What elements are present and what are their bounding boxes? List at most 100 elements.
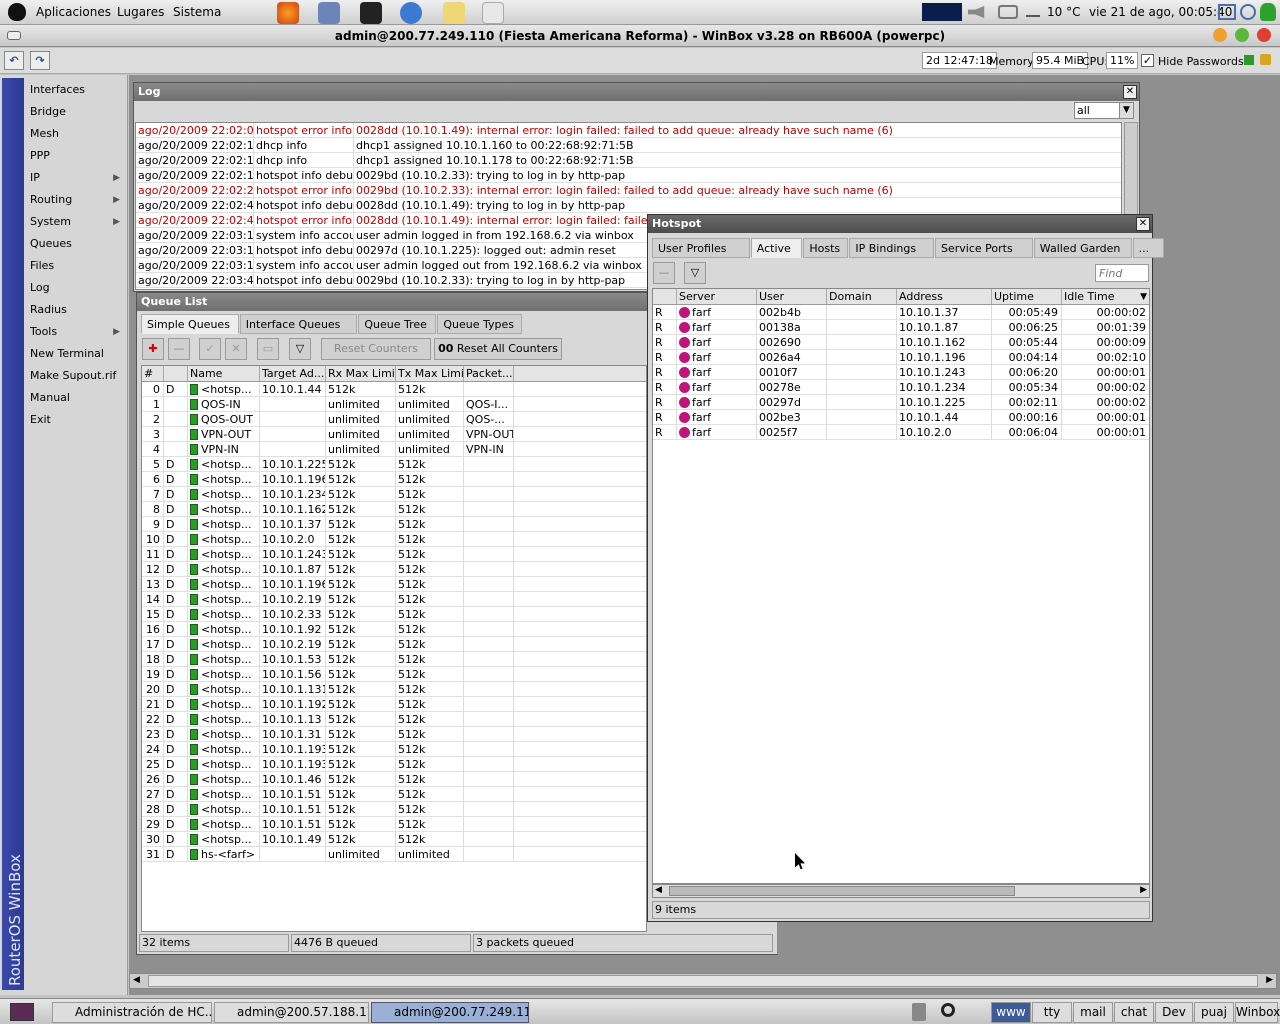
queue-row[interactable]: 30 D <hotsp... 10.10.1.49 512k 512k [142, 832, 646, 847]
log-row[interactable]: ago/20/2009 22:02:14 dhcp info dhcp1 assig… [136, 153, 1121, 168]
sidebar-item-log[interactable]: Log [30, 278, 126, 298]
tab-queue-types[interactable]: Queue Types [437, 314, 522, 334]
workspace-dev[interactable]: Dev [1155, 1002, 1193, 1023]
hotspot-col-header[interactable] [653, 289, 677, 304]
queue-row[interactable]: 3 VPN-OUT unlimited unlimited VPN-OUT [142, 427, 646, 442]
tab-ip-bindings[interactable]: IP Bindings [849, 238, 934, 258]
menu-aplicaciones[interactable]: Aplicaciones [36, 5, 111, 19]
queue-row[interactable]: 1 QOS-IN unlimited unlimited QOS-I... [142, 397, 646, 412]
temperature-label[interactable]: 10 °C [1047, 5, 1080, 19]
workspace-mail[interactable]: mail [1073, 1002, 1113, 1023]
sidebar-item-routing[interactable]: Routing ▶ [30, 190, 126, 210]
hotspot-row[interactable]: Rfarf 00297d 10.10.1.225 00:02:11 00:00:02 [653, 395, 1149, 410]
remove-button[interactable]: — [653, 262, 675, 284]
log-filter-select[interactable]: all ▼ [1074, 102, 1134, 119]
queue-row[interactable]: 11 D <hotsp... 10.10.1.243 512k 512k [142, 547, 646, 562]
sidebar-item-interfaces[interactable]: Interfaces [30, 80, 126, 100]
sidebar-item-ip[interactable]: IP ▶ [30, 168, 126, 188]
sidebar-item-tools[interactable]: Tools ▶ [30, 322, 126, 342]
workspace-hscrollbar[interactable]: ◀ ▶ [129, 973, 1277, 989]
scroll-right-icon[interactable]: ▶ [1140, 885, 1147, 895]
hotspot-hscrollbar[interactable]: ◀ ▶ [652, 884, 1150, 898]
shield-icon[interactable] [482, 2, 504, 24]
sidebar-item-radius[interactable]: Radius [30, 300, 126, 320]
queue-row[interactable]: 25 D <hotsp... 10.10.1.193 512k 512k [142, 757, 646, 772]
log-window-titlebar[interactable]: Log ✕ [134, 83, 1139, 101]
queue-row[interactable]: 8 D <hotsp... 10.10.1.162 512k 512k [142, 502, 646, 517]
show-desktop-icon[interactable] [10, 1003, 34, 1021]
minimize-button[interactable] [1213, 28, 1227, 42]
running-man-icon[interactable] [1260, 3, 1276, 21]
network-manager-icon[interactable] [1218, 4, 1236, 20]
queue-row[interactable]: 2 QOS-OUT unlimited unlimited QOS-... [142, 412, 646, 427]
scroll-thumb[interactable] [669, 886, 1015, 896]
sidebar-item-new-terminal[interactable]: New Terminal [30, 344, 126, 364]
reset-counters-button[interactable]: Reset Counters [321, 338, 431, 360]
queue-row[interactable]: 23 D <hotsp... 10.10.1.31 512k 512k [142, 727, 646, 742]
queue-row[interactable]: 7 D <hotsp... 10.10.1.234 512k 512k [142, 487, 646, 502]
sidebar-item-make-supout-rif[interactable]: Make Supout.rif [30, 366, 126, 386]
scroll-left-icon[interactable]: ◀ [133, 975, 140, 985]
workspace-www[interactable]: www [991, 1002, 1031, 1023]
redo-button[interactable]: ↷ [30, 51, 50, 70]
queue-col-header[interactable]: Tx Max Limit [396, 366, 464, 381]
network-icon[interactable] [998, 5, 1018, 19]
queue-row[interactable]: 19 D <hotsp... 10.10.1.56 512k 512k [142, 667, 646, 682]
undo-button[interactable]: ↶ [4, 51, 24, 70]
close-button[interactable] [1257, 28, 1271, 42]
sidebar-item-ppp[interactable]: PPP [30, 146, 126, 166]
tab-service-ports[interactable]: Service Ports [935, 238, 1033, 258]
queue-row[interactable]: 28 D <hotsp... 10.10.1.51 512k 512k [142, 802, 646, 817]
close-icon[interactable]: ✕ [1123, 85, 1137, 99]
taskbar-item[interactable]: admin@200.57.188.17 ... [214, 1002, 369, 1023]
clock[interactable]: vie 21 de ago, 00:05:40 [1089, 5, 1232, 19]
hotspot-col-header[interactable]: User [757, 289, 827, 304]
reset-all-counters-button[interactable]: 00 Reset All Counters [434, 338, 562, 360]
queue-row[interactable]: 18 D <hotsp... 10.10.1.53 512k 512k [142, 652, 646, 667]
workspace-winbox[interactable]: Winbox [1235, 1002, 1280, 1023]
tab-hosts[interactable]: Hosts [803, 238, 849, 258]
queue-row[interactable]: 24 D <hotsp... 10.10.1.193 512k 512k [142, 742, 646, 757]
queue-row[interactable]: 15 D <hotsp... 10.10.2.33 512k 512k [142, 607, 646, 622]
log-row[interactable]: ago/20/2009 22:02:09 hotspot error info..… [136, 123, 1121, 138]
sidebar-item-manual[interactable]: Manual [30, 388, 126, 408]
firefox-icon[interactable] [277, 2, 299, 24]
hotspot-row[interactable]: Rfarf 0025f7 10.10.2.0 00:06:04 00:00:01 [653, 425, 1149, 440]
scroll-left-icon[interactable]: ◀ [655, 885, 662, 895]
window-menu-icon[interactable] [7, 31, 21, 40]
tab--[interactable]: ... [1132, 238, 1165, 258]
maximize-button[interactable] [1235, 28, 1249, 42]
sidebar-item-system[interactable]: System ▶ [30, 212, 126, 232]
tab-user-profiles[interactable]: User Profiles [652, 238, 750, 258]
queue-row[interactable]: 4 VPN-IN unlimited unlimited VPN-IN [142, 442, 646, 457]
log-row[interactable]: ago/20/2009 22:02:13 dhcp info dhcp1 assig… [136, 138, 1121, 153]
sidebar-item-files[interactable]: Files [30, 256, 126, 276]
queue-row[interactable]: 21 D <hotsp... 10.10.1.192 512k 512k [142, 697, 646, 712]
workspace-puaj[interactable]: puaj [1194, 1002, 1234, 1023]
queue-row[interactable]: 26 D <hotsp... 10.10.1.46 512k 512k [142, 772, 646, 787]
queue-col-header[interactable]: Target Ad... [260, 366, 326, 381]
system-monitor-icon[interactable] [922, 3, 962, 21]
hotspot-row[interactable]: Rfarf 002b4b 10.10.1.37 00:05:49 00:00:02 [653, 305, 1149, 320]
queue-row[interactable]: 12 D <hotsp... 10.10.1.87 512k 512k [142, 562, 646, 577]
hotspot-col-header[interactable]: Server [677, 289, 757, 304]
column-menu-icon[interactable]: ▼ [1140, 289, 1147, 305]
tab-queue-tree[interactable]: Queue Tree [358, 314, 437, 334]
hotspot-col-header[interactable]: Uptime [992, 289, 1062, 304]
queue-row[interactable]: 17 D <hotsp... 10.10.2.19 512k 512k [142, 637, 646, 652]
add-button[interactable]: ✚ [142, 338, 164, 360]
notes-icon[interactable] [443, 2, 465, 24]
queue-row[interactable]: 31 Dhs-<farf> unlimited unlimited [142, 847, 646, 862]
tab-walled-garden[interactable]: Walled Garden [1033, 238, 1132, 258]
hotspot-col-header[interactable]: Idle Time [1062, 289, 1149, 304]
sidebar-item-mesh[interactable]: Mesh [30, 124, 126, 144]
queue-row[interactable]: 27 D <hotsp... 10.10.1.51 512k 512k [142, 787, 646, 802]
sidebar-item-queues[interactable]: Queues [30, 234, 126, 254]
hotspot-col-header[interactable]: Domain [827, 289, 897, 304]
chat-icon[interactable] [400, 2, 422, 24]
queue-col-header[interactable]: # [142, 366, 164, 381]
apple-logo-icon[interactable] [8, 3, 26, 21]
workspace-tty[interactable]: tty [1032, 1002, 1072, 1023]
hotspot-row[interactable]: Rfarf 002be3 10.10.1.44 00:00:16 00:00:01 [653, 410, 1149, 425]
filter-button[interactable]: ▽ [289, 338, 311, 360]
